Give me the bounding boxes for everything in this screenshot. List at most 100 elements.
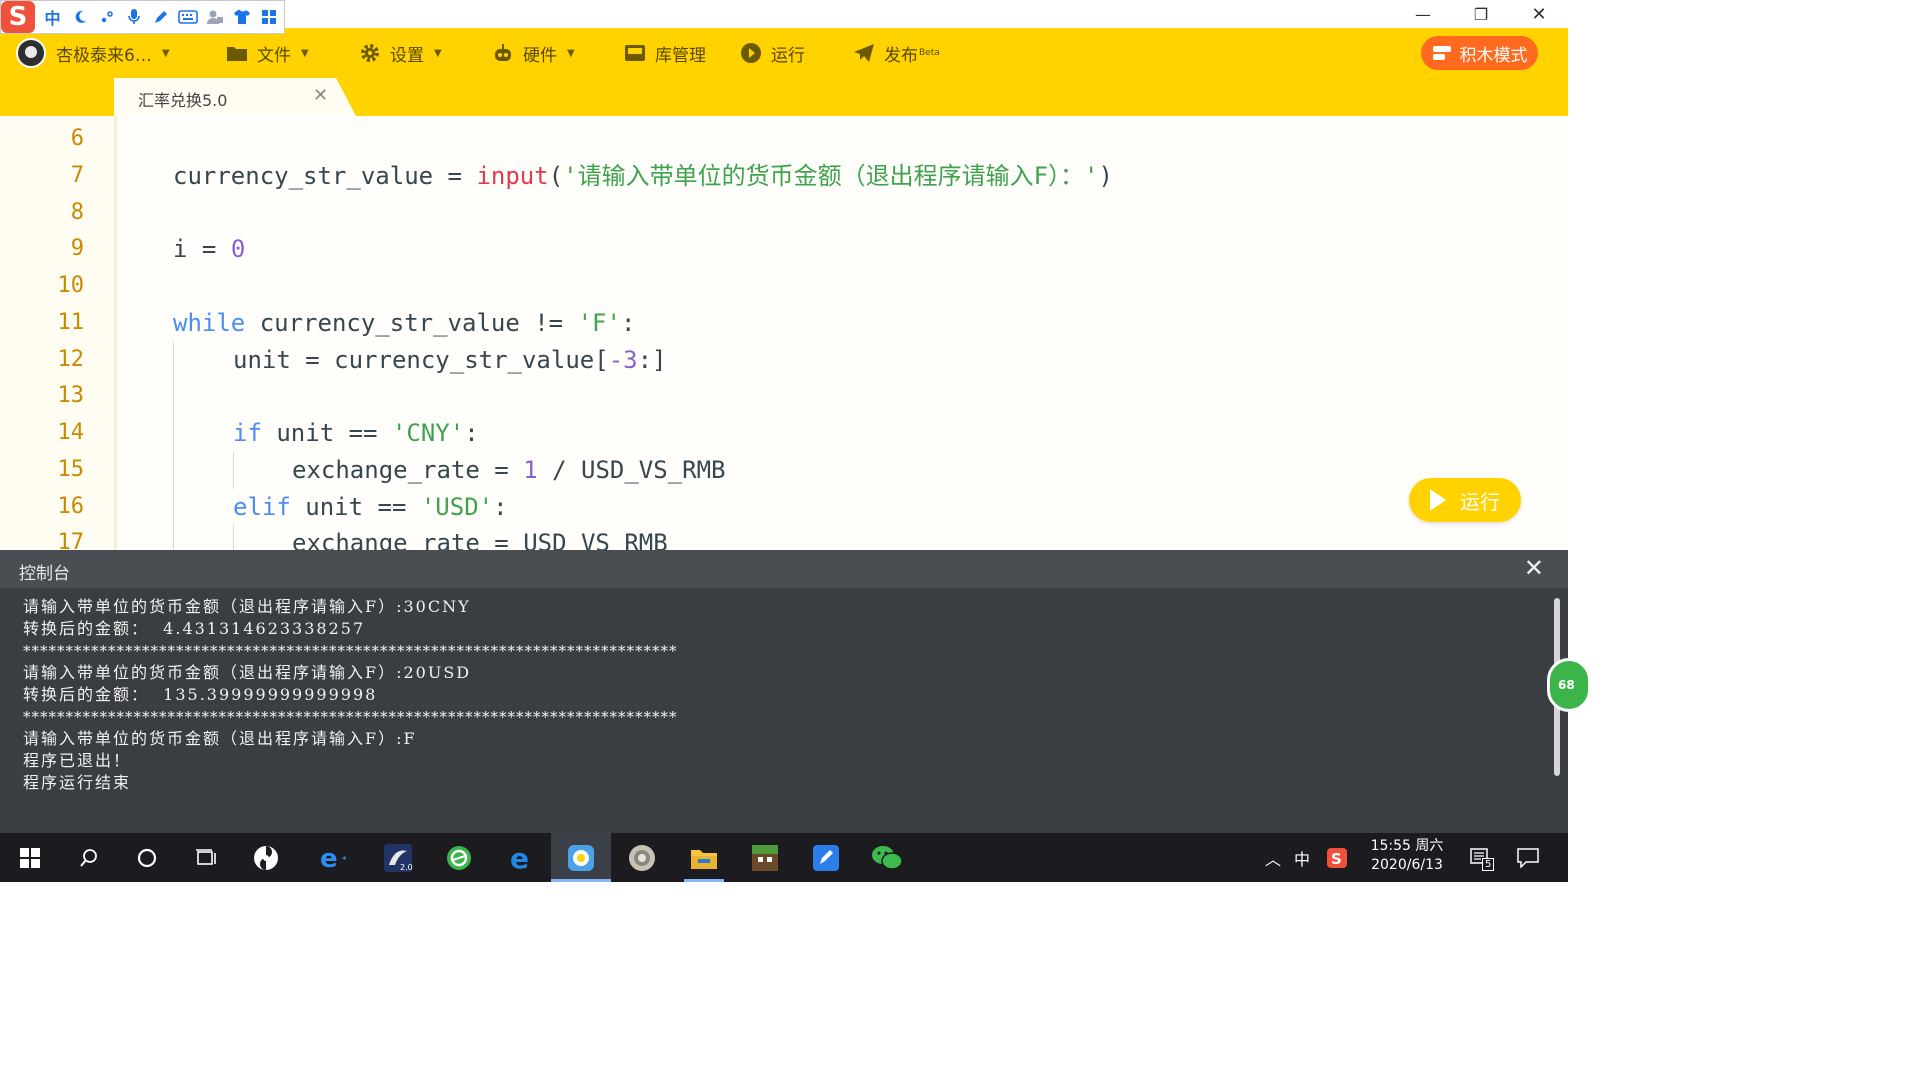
chevron-up-icon: ︿	[1264, 849, 1281, 869]
taskbar-app[interactable]	[429, 833, 489, 882]
title-bar: S 中 — ❐ ✕	[0, 0, 1568, 34]
block-mode-label: 积木模式	[1459, 45, 1528, 66]
shirt-icon[interactable]	[228, 2, 255, 32]
code-token-string: '请输入带单位的货币金额（退出程序请输入F）：'	[563, 162, 1099, 190]
action-center-button[interactable]	[1510, 833, 1546, 882]
windows-taskbar: e 2.0 e ︿ 中 S 15:55 周六 2020/6/13 5	[0, 833, 1568, 882]
run-toolbar-label: 运行	[771, 45, 805, 66]
settings-menu[interactable]: 设置 ▼	[359, 28, 442, 78]
search-button[interactable]	[59, 833, 119, 882]
block-mode-button[interactable]: 积木模式	[1421, 36, 1538, 70]
code-token: =	[433, 162, 477, 190]
tab-file[interactable]: 汇率兑换5.0 ✕	[114, 78, 356, 116]
hardware-menu[interactable]: 硬件 ▼	[492, 28, 575, 78]
taskbar-app[interactable]	[674, 833, 734, 882]
console-line: 转换后的金额： 4.431314623338257	[23, 619, 366, 638]
taskbar-app[interactable]	[612, 833, 672, 882]
code-line: elif unit == 'USD':	[233, 489, 508, 525]
start-button[interactable]	[0, 833, 60, 882]
floating-badge[interactable]: 68	[1547, 658, 1591, 712]
file-explorer-icon	[690, 846, 718, 870]
tab-title: 汇率兑换5.0	[138, 91, 228, 110]
code-token-keyword: elif	[233, 493, 291, 521]
taskbar-app[interactable]	[796, 833, 856, 882]
message-icon: 5	[1470, 847, 1495, 871]
pen-icon[interactable]	[147, 2, 174, 32]
ime-language-indicator[interactable]: 中	[1290, 833, 1314, 882]
line-number: 13	[57, 383, 85, 408]
console-line: 请输入带单位的货币金额（退出程序请输入F）:20USD	[23, 663, 472, 682]
file-menu[interactable]: 文件 ▼	[226, 28, 309, 78]
punctuation-icon[interactable]	[93, 2, 120, 32]
taskbar-app[interactable]: e	[303, 833, 363, 882]
notes-app-icon	[812, 844, 840, 872]
taskbar-app[interactable]	[236, 833, 296, 882]
avatar[interactable]	[16, 38, 46, 68]
run-floating-label: 运行	[1460, 489, 1500, 514]
grid-icon[interactable]	[255, 2, 282, 32]
line-number-gutter: 6 7 8 9 10 11 12 13 14 15 16 17	[0, 116, 116, 550]
taskbar-app[interactable]	[857, 833, 917, 882]
notifications-tray-button[interactable]: 5	[1464, 833, 1498, 882]
beta-badge: Beta	[919, 48, 940, 58]
code-area[interactable]: currency_str_value = input('请输入带单位的货币金额（…	[117, 116, 1568, 550]
chevron-down-icon: ▼	[434, 47, 442, 59]
console-header: 控制台 ✕	[0, 550, 1568, 588]
line-number: 16	[57, 494, 85, 519]
code-line: i = 0	[173, 231, 245, 267]
code-token: unit ==	[261, 419, 392, 447]
close-button[interactable]: ✕	[1510, 0, 1568, 28]
line-number: 9	[70, 236, 84, 261]
tab-close-button[interactable]: ✕	[313, 85, 328, 106]
code-token: =	[187, 235, 231, 263]
taskbar-app[interactable]: e	[491, 833, 551, 882]
sogou-tray-button[interactable]: S	[1322, 833, 1352, 882]
code-token: exchange_rate = USD_VS_RMB	[292, 529, 668, 550]
minecraft-icon	[750, 843, 780, 873]
microphone-icon[interactable]	[120, 2, 147, 32]
main-toolbar: 杏极泰来6… ▼ 文件 ▼ 设置 ▼ 硬件 ▼ 库管理 运行 发布 Beta 积…	[0, 28, 1568, 78]
console-close-button[interactable]: ✕	[1524, 554, 1544, 582]
ie-icon: e	[318, 844, 348, 872]
code-line: exchange_rate = USD_VS_RMB	[292, 525, 668, 550]
sogou-logo-icon[interactable]: S	[1, 1, 35, 33]
show-hidden-icons-button[interactable]: ︿	[1262, 833, 1284, 882]
taskbar-app[interactable]	[735, 833, 795, 882]
folder-icon	[226, 42, 248, 64]
code-editor[interactable]: 6 7 8 9 10 11 12 13 14 15 16 17 currency…	[0, 116, 1568, 550]
code-line: currency_str_value = input('请输入带单位的货币金额（…	[173, 158, 1113, 194]
ime-mode-toggle[interactable]: 中	[39, 2, 66, 32]
publish-button[interactable]: 发布 Beta	[853, 28, 940, 78]
restore-button[interactable]: ❐	[1452, 0, 1510, 28]
svg-text:e: e	[320, 844, 338, 872]
svg-text:2.0: 2.0	[400, 863, 413, 872]
console-panel: 控制台 ✕ 请输入带单位的货币金额（退出程序请输入F）:30CNY 转换后的金额…	[0, 550, 1591, 833]
console-line: ****************************************…	[23, 642, 678, 660]
minimize-button[interactable]: —	[1394, 0, 1452, 28]
keyboard-icon[interactable]	[174, 2, 201, 32]
run-toolbar-button[interactable]: 运行	[740, 28, 805, 78]
moon-icon[interactable]	[66, 2, 93, 32]
taskbar-app[interactable]: 2.0	[368, 833, 428, 882]
code-token: )	[1098, 162, 1113, 190]
system-clock[interactable]: 15:55 周六 2020/6/13	[1364, 837, 1450, 875]
code-token-string: 'CNY'	[391, 419, 465, 447]
windows-logo-icon	[20, 847, 40, 868]
console-line: ****************************************…	[23, 708, 678, 726]
code-line: exchange_rate = 1 / USD_VS_RMB	[292, 452, 725, 488]
hardware-menu-label: 硬件	[523, 45, 557, 66]
ime-toolbar[interactable]: S 中	[0, 0, 285, 34]
run-floating-button[interactable]: 运行	[1409, 478, 1521, 522]
code-token: i	[173, 235, 188, 263]
task-view-button[interactable]	[176, 833, 236, 882]
line-number: 10	[57, 273, 85, 298]
taskbar-app-active[interactable]	[551, 833, 611, 882]
console-output[interactable]: 请输入带单位的货币金额（退出程序请输入F）:30CNY 转换后的金额： 4.43…	[23, 596, 1523, 794]
chevron-down-icon: ▼	[301, 47, 309, 59]
inbox-icon	[624, 42, 646, 64]
user-icon[interactable]	[201, 2, 228, 32]
code-line: if unit == 'CNY':	[233, 415, 479, 451]
cortana-button[interactable]	[117, 833, 177, 882]
user-menu[interactable]: 杏极泰来6… ▼	[16, 28, 170, 78]
library-button[interactable]: 库管理	[624, 28, 706, 78]
